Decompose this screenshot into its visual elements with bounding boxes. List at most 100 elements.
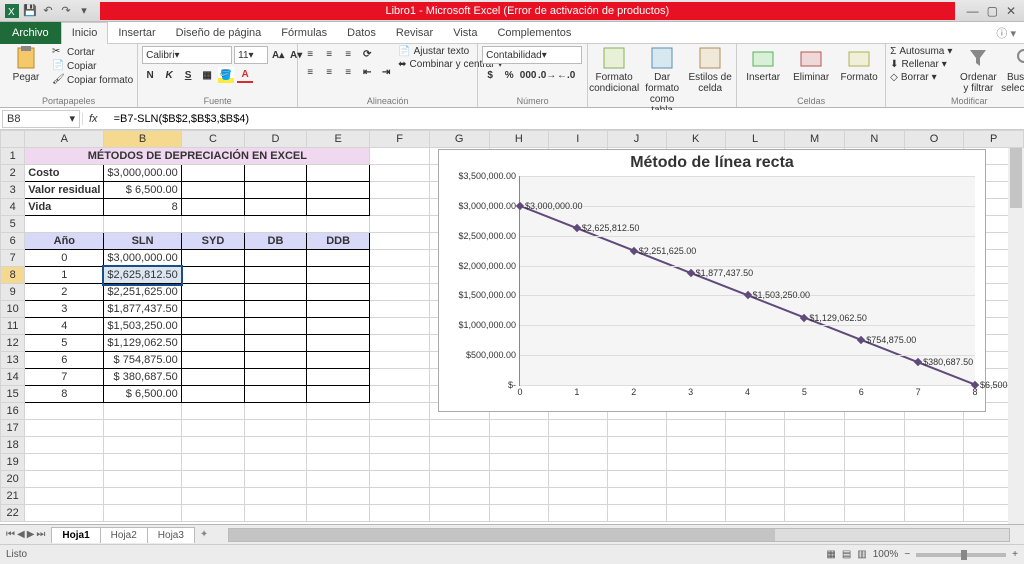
cell-F7[interactable] <box>370 250 429 267</box>
cell-D22[interactable] <box>245 505 307 522</box>
cell-A1[interactable]: MÉTODOS DE DEPRECIACIÓN EN EXCEL <box>25 148 370 165</box>
cell-G20[interactable] <box>429 471 489 488</box>
column-header-I[interactable]: I <box>549 131 607 148</box>
cell-F5[interactable] <box>370 216 429 233</box>
view-normal-icon[interactable]: ▦ <box>826 549 835 560</box>
cell-B8[interactable]: $2,625,812.50 <box>104 267 181 284</box>
cell-I20[interactable] <box>549 471 607 488</box>
cell-I19[interactable] <box>549 454 607 471</box>
bold-icon[interactable]: N <box>142 67 158 83</box>
percent-icon[interactable]: % <box>501 67 517 83</box>
cell-A11[interactable]: 4 <box>25 318 104 335</box>
cell-B6[interactable]: SLN <box>104 233 181 250</box>
cell-B22[interactable] <box>104 505 181 522</box>
maximize-icon[interactable]: ▢ <box>987 4 998 18</box>
cell-O22[interactable] <box>904 505 964 522</box>
ribbon-tab-fórmulas[interactable]: Fórmulas <box>271 22 337 44</box>
cell-C13[interactable] <box>181 352 244 369</box>
cell-B11[interactable]: $1,503,250.00 <box>104 318 181 335</box>
cell-E10[interactable] <box>306 301 370 318</box>
border-icon[interactable]: ▦ <box>199 67 215 83</box>
cell-E4[interactable] <box>306 199 370 216</box>
cell-B10[interactable]: $1,877,437.50 <box>104 301 181 318</box>
cell-K21[interactable] <box>666 488 725 505</box>
cell-L22[interactable] <box>725 505 784 522</box>
cell-F8[interactable] <box>370 267 429 284</box>
cell-F4[interactable] <box>370 199 429 216</box>
row-header-7[interactable]: 7 <box>1 250 25 267</box>
paste-button[interactable]: Pegar <box>4 46 48 83</box>
cell-M19[interactable] <box>785 454 845 471</box>
cell-A15[interactable]: 8 <box>25 386 104 403</box>
cell-D13[interactable] <box>245 352 307 369</box>
indent-inc-icon[interactable]: ⇥ <box>378 64 394 80</box>
cell-E20[interactable] <box>306 471 370 488</box>
row-header-1[interactable]: 1 <box>1 148 25 165</box>
cell-D21[interactable] <box>245 488 307 505</box>
cell-B13[interactable]: $ 754,875.00 <box>104 352 181 369</box>
column-header-E[interactable]: E <box>306 131 370 148</box>
sheet-nav-prev-icon[interactable]: ◀ <box>17 529 25 540</box>
cell-A3[interactable]: Valor residual <box>25 182 104 199</box>
column-header-J[interactable]: J <box>607 131 666 148</box>
cell-D20[interactable] <box>245 471 307 488</box>
cell-A13[interactable]: 6 <box>25 352 104 369</box>
cell-C15[interactable] <box>181 386 244 403</box>
cell-E12[interactable] <box>306 335 370 352</box>
cell-C4[interactable] <box>181 199 244 216</box>
cell-F13[interactable] <box>370 352 429 369</box>
cell-F12[interactable] <box>370 335 429 352</box>
increase-decimal-icon[interactable]: .0→ <box>539 67 555 83</box>
format-table-button[interactable]: Dar formato como tabla <box>640 46 684 116</box>
column-header-O[interactable]: O <box>904 131 964 148</box>
cell-D9[interactable] <box>245 284 307 301</box>
cell-K17[interactable] <box>666 420 725 437</box>
cell-D8[interactable] <box>245 267 307 284</box>
cell-F22[interactable] <box>370 505 429 522</box>
clear-button[interactable]: ◇ Borrar ▾ <box>890 72 952 83</box>
row-header-3[interactable]: 3 <box>1 182 25 199</box>
row-header-8[interactable]: 8 <box>1 267 25 284</box>
cell-K20[interactable] <box>666 471 725 488</box>
cell-D14[interactable] <box>245 369 307 386</box>
chart[interactable]: Método de línea recta $-$500,000.00$1,00… <box>438 149 986 412</box>
cell-A4[interactable]: Vida <box>25 199 104 216</box>
cell-D10[interactable] <box>245 301 307 318</box>
cell-C20[interactable] <box>181 471 244 488</box>
cell-F16[interactable] <box>370 403 429 420</box>
cell-E8[interactable] <box>306 267 370 284</box>
cell-C11[interactable] <box>181 318 244 335</box>
cell-F18[interactable] <box>370 437 429 454</box>
copy-button[interactable]: 📄Copiar <box>52 60 133 72</box>
cell-A21[interactable] <box>25 488 104 505</box>
cell-E7[interactable] <box>306 250 370 267</box>
font-size-combo[interactable]: 11 ▾ <box>234 46 268 64</box>
fill-button[interactable]: ⬇ Rellenar ▾ <box>890 59 952 70</box>
cell-C18[interactable] <box>181 437 244 454</box>
cell-J22[interactable] <box>607 505 666 522</box>
cell-M22[interactable] <box>785 505 845 522</box>
cell-A8[interactable]: 1 <box>25 267 104 284</box>
cell-N20[interactable] <box>845 471 905 488</box>
formula-input[interactable] <box>110 110 1024 128</box>
increase-font-icon[interactable]: A▴ <box>270 47 286 63</box>
close-icon[interactable]: ✕ <box>1006 4 1016 18</box>
currency-icon[interactable]: $ <box>482 67 498 83</box>
cell-M21[interactable] <box>785 488 845 505</box>
orientation-icon[interactable]: ⟳ <box>359 46 375 62</box>
row-header-9[interactable]: 9 <box>1 284 25 301</box>
ribbon-tab-diseño de página[interactable]: Diseño de página <box>166 22 272 44</box>
cell-H19[interactable] <box>489 454 549 471</box>
cell-E3[interactable] <box>306 182 370 199</box>
number-format-combo[interactable]: Contabilidad ▾ <box>482 46 582 64</box>
cell-C2[interactable] <box>181 165 244 182</box>
cell-N18[interactable] <box>845 437 905 454</box>
ribbon-tab-insertar[interactable]: Insertar <box>108 22 165 44</box>
cell-C16[interactable] <box>181 403 244 420</box>
cell-A20[interactable] <box>25 471 104 488</box>
cell-B21[interactable] <box>104 488 181 505</box>
fx-icon[interactable]: fx <box>82 113 104 125</box>
cell-F14[interactable] <box>370 369 429 386</box>
row-header-5[interactable]: 5 <box>1 216 25 233</box>
cell-M17[interactable] <box>785 420 845 437</box>
